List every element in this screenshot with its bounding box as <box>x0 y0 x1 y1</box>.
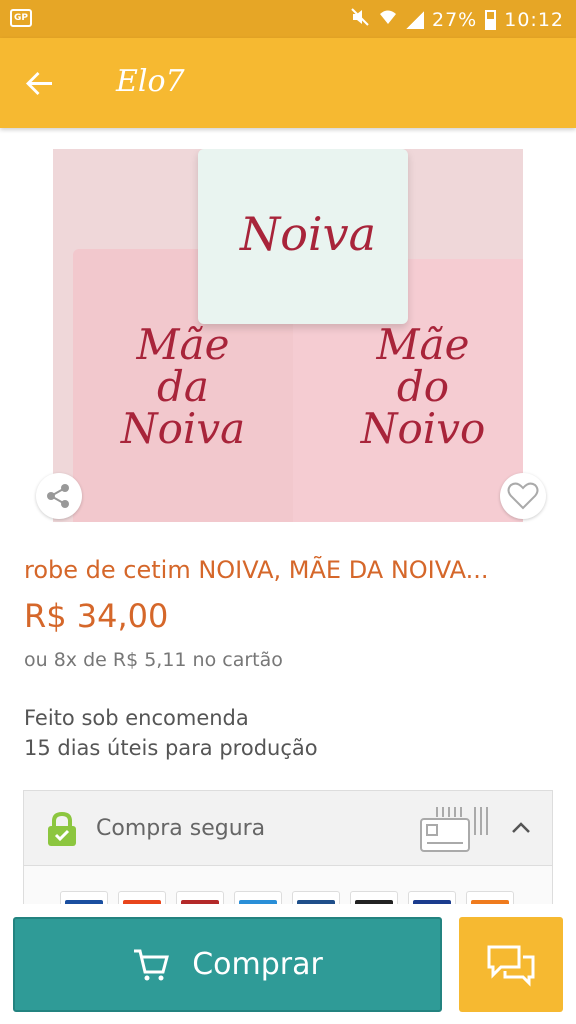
buy-button-label: Comprar <box>192 947 323 982</box>
app-title: Elo7 <box>116 64 185 99</box>
signal-icon <box>406 10 424 29</box>
status-bar: GP 27% 10:12 <box>0 0 576 38</box>
secure-purchase-header[interactable]: Compra segura <box>24 791 552 866</box>
app-bar: Elo7 <box>0 38 576 128</box>
embroidery-mae-do-noivo: Mãe do Noivo <box>348 324 498 450</box>
made-to-order-text: Feito sob encomenda <box>24 706 249 730</box>
embroidery-line: Mãe <box>136 320 230 369</box>
clock: 10:12 <box>504 8 564 31</box>
share-button[interactable] <box>36 473 82 519</box>
embroidery-line: do <box>396 362 450 411</box>
production-time-text: 15 dias úteis para produção <box>24 736 318 760</box>
embroidery-line: Noivo <box>360 404 486 453</box>
mute-icon <box>350 7 370 32</box>
chat-icon <box>487 945 535 987</box>
embroidery-line: Mãe <box>376 320 470 369</box>
embroidery-mae-da-noiva: Mãe da Noiva <box>108 324 258 450</box>
buy-button[interactable]: Comprar <box>13 917 442 1012</box>
arrow-back-icon[interactable] <box>22 65 58 101</box>
battery-percent: 27% <box>432 8 478 31</box>
secure-purchase-label: Compra segura <box>96 816 266 841</box>
product-price: R$ 34,00 <box>24 597 169 635</box>
card-icon <box>420 807 488 852</box>
lock-icon <box>48 811 76 846</box>
production-info: Feito sob encomenda 15 dias úteis para p… <box>24 703 318 763</box>
bottom-action-bar: Comprar <box>0 904 576 1024</box>
installments-info: ou 8x de R$ 5,11 no cartão <box>24 649 283 671</box>
embroidery-noiva: Noiva <box>239 207 377 261</box>
battery-icon <box>485 9 497 30</box>
status-icons: 27% 10:12 <box>350 7 564 32</box>
share-icon <box>47 484 69 508</box>
wifi-icon <box>378 8 398 31</box>
embroidery-line: Noiva <box>120 404 246 453</box>
heart-icon <box>507 482 539 510</box>
chat-button[interactable] <box>459 917 563 1012</box>
chevron-up-icon[interactable] <box>510 817 532 839</box>
app-notification-icon: GP <box>10 9 32 27</box>
favorite-button[interactable] <box>500 473 546 519</box>
embroidery-line: da <box>157 362 209 411</box>
cart-icon <box>134 949 170 980</box>
product-title: robe de cetim NOIVA, MÃE DA NOIVA... <box>24 556 489 584</box>
product-image[interactable]: Noiva Mãe da Noiva Mãe do Noivo <box>53 149 523 522</box>
